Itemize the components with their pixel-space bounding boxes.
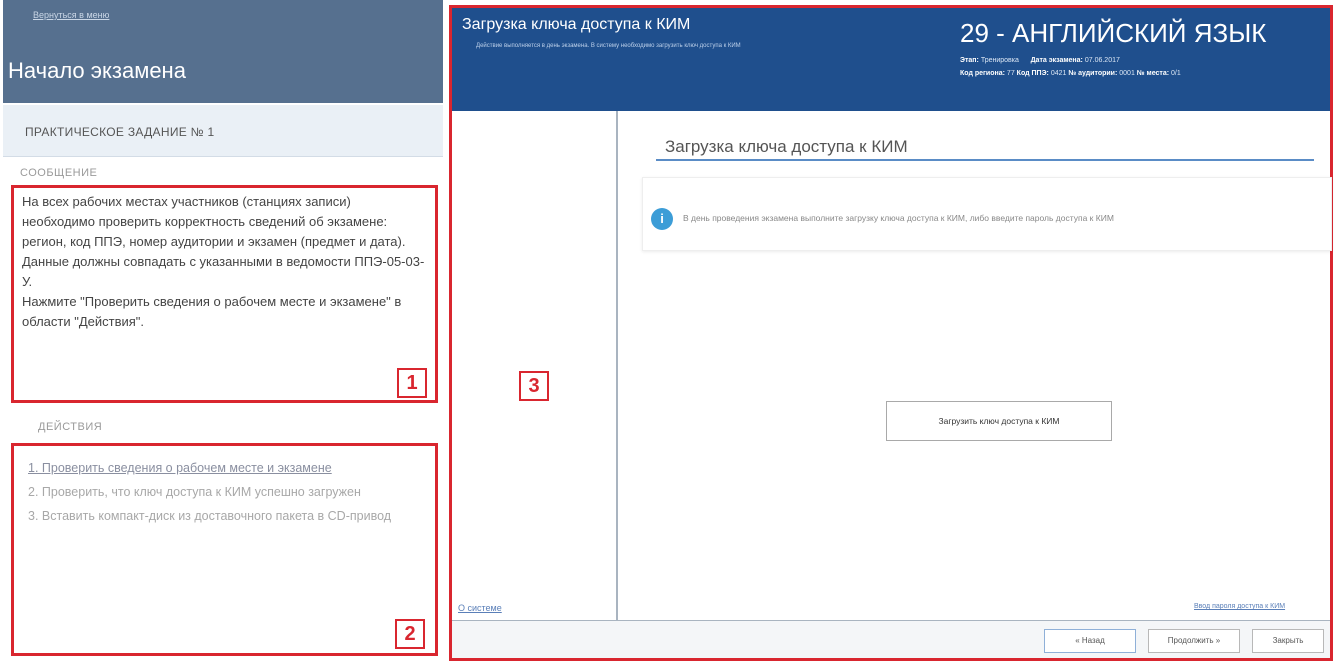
hint-text: В день проведения экзамена выполните заг… [683,213,1114,223]
auditorium-value: 0001 [1119,70,1135,77]
stage-label: Этап: [960,57,979,64]
place-value: 0/1 [1171,70,1181,77]
ppe-value: 0421 [1050,70,1067,77]
exam-subject: 29 - АНГЛИЙСКИЙ ЯЗЫК [960,18,1267,48]
action-check-workplace[interactable]: 1. Проверить сведения о рабочем месте и … [28,458,421,478]
header-subtitle: Действие выполняется в день экзамена. В … [476,43,741,49]
footer-bar: « Назад Продолжить » Закрыть [452,621,1330,658]
annotation-badge-2: 2 [395,619,425,649]
page-title: Начало экзамена [8,58,186,83]
task-bar: ПРАКТИЧЕСКОЕ ЗАДАНИЕ № 1 [3,105,443,157]
date-label: Дата экзамена: [1030,57,1083,64]
side-column: 3 О системе [452,111,618,654]
message-text: На всех рабочих местах участников (станц… [22,194,425,329]
message-label: СООБЩЕНИЕ [20,167,98,179]
close-button[interactable]: Закрыть [1252,629,1324,653]
stage-value: Тренировка [980,57,1019,64]
continue-button[interactable]: Продолжить » [1148,629,1240,653]
region-label: Код региона: [960,70,1005,77]
title-underline [656,159,1314,161]
right-header: Загрузка ключа доступа к КИМ Действие вы… [452,8,1330,111]
load-key-button[interactable]: Загрузить ключ доступа к КИМ [886,401,1112,441]
action-check-key: 2. Проверить, что ключ доступа к КИМ усп… [28,485,361,499]
exam-info-line-1: Этап: Тренировка Дата экзамена: 07.06.20… [960,57,1120,64]
left-panel: Вернуться в меню Начало экзамена ПРАКТИЧ… [0,0,446,661]
header-title: Загрузка ключа доступа к КИМ [462,16,691,33]
message-box: На всех рабочих местах участников (станц… [11,185,438,403]
task-title: ПРАКТИЧЕСКОЕ ЗАДАНИЕ № 1 [25,125,215,139]
hint-box: i В день проведения экзамена выполните з… [642,177,1332,251]
annotation-badge-3: 3 [519,371,549,401]
auditorium-label: № аудитории: [1068,70,1118,77]
annotation-badge-1: 1 [397,368,427,398]
enter-password-link[interactable]: Ввод пароля доступа к КИМ [1194,603,1285,610]
back-to-menu-link[interactable]: Вернуться в меню [33,10,109,20]
left-header: Вернуться в меню Начало экзамена [3,0,443,103]
about-system-link[interactable]: О системе [458,603,502,613]
actions-box: 1. Проверить сведения о рабочем месте и … [11,443,438,656]
actions-label: ДЕЙСТВИЯ [38,421,103,433]
date-value: 07.06.2017 [1084,57,1120,64]
main-content: Загрузка ключа доступа к КИМ i В день пр… [620,111,1332,654]
content-title: Загрузка ключа доступа к КИМ [665,137,908,156]
region-value: 77 [1006,70,1015,77]
exam-info-line-2: Код региона: 77 Код ППЭ: 0421 № аудитори… [960,70,1181,77]
action-insert-cd: 3. Вставить компакт-диск из доставочного… [28,509,392,523]
info-icon: i [651,208,673,230]
back-button[interactable]: « Назад [1044,629,1136,653]
place-label: № места: [1136,70,1170,77]
right-panel: Загрузка ключа доступа к КИМ Действие вы… [449,5,1333,661]
ppe-label: Код ППЭ: [1016,70,1049,77]
